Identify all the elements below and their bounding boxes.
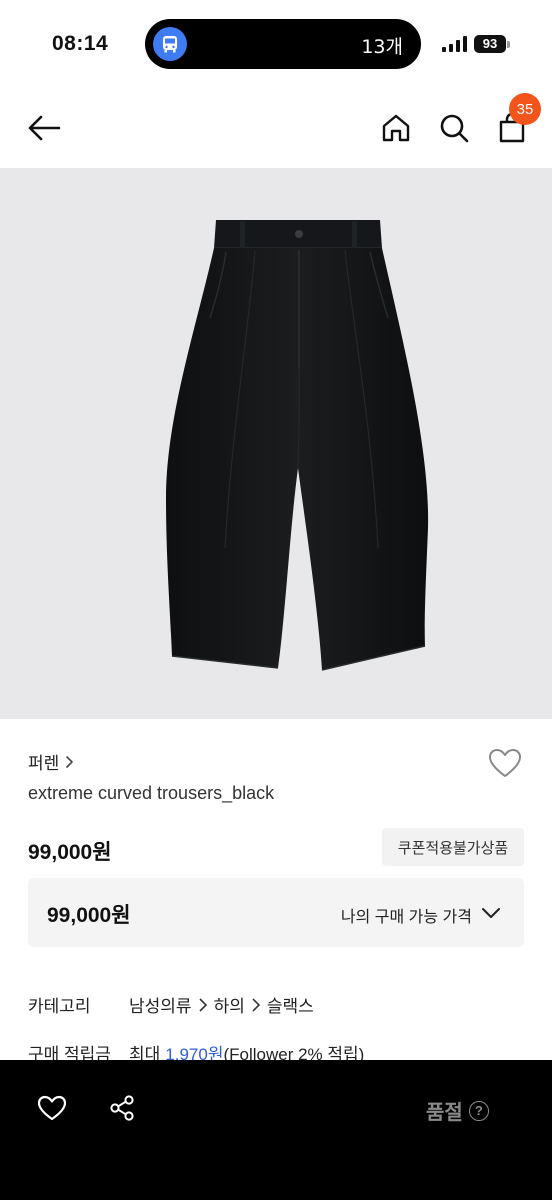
product-name: extreme curved trousers_black (28, 783, 275, 803)
share-icon (110, 1095, 134, 1121)
category-breadcrumb: 남성의류 하의 슬랙스 (129, 992, 314, 1017)
home-button[interactable] (376, 108, 416, 148)
bottom-wishlist-button[interactable] (34, 1090, 70, 1126)
category-link-3[interactable]: 슬랙스 (267, 992, 314, 1017)
back-button[interactable] (24, 108, 64, 148)
arrow-left-icon (28, 115, 61, 141)
signal-icon (442, 36, 467, 52)
heart-icon (489, 749, 521, 777)
search-button[interactable] (434, 108, 474, 148)
product-image[interactable] (0, 168, 552, 719)
product-price: 99,000원 (28, 841, 112, 864)
chevron-right-icon (66, 755, 74, 768)
chevron-down-icon (482, 908, 500, 918)
brand-name: 퍼렌 (28, 754, 60, 773)
sold-out-status: 품절 ? (426, 1096, 489, 1125)
island-text: 13개 (361, 36, 403, 58)
top-navigation (0, 88, 552, 168)
bottom-action-bar: 품절 ? (0, 1060, 552, 1200)
coupon-unavailable-tag: 쿠폰적용불가상품 (382, 828, 524, 866)
battery-tip (507, 41, 510, 48)
home-icon (382, 114, 410, 142)
share-button[interactable] (104, 1090, 140, 1126)
category-label: 카테고리 (28, 997, 91, 1016)
sold-out-label: 품절 (426, 1102, 463, 1124)
help-icon[interactable]: ? (468, 1100, 489, 1121)
category-link-1[interactable]: 남성의류 (129, 992, 192, 1017)
bus-icon (153, 27, 187, 61)
heart-icon (37, 1095, 67, 1121)
my-purchase-price-dropdown[interactable]: 99,000원 나의 구매 가능 가격 (28, 878, 524, 947)
brand-link[interactable]: 퍼렌 (28, 749, 75, 774)
dynamic-island[interactable]: 13개 (145, 19, 421, 69)
battery-icon: 93 (474, 35, 506, 53)
search-icon (440, 114, 469, 143)
purchase-price: 99,000원 (47, 904, 131, 927)
status-time: 08:14 (52, 32, 109, 55)
wishlist-button[interactable] (486, 744, 524, 782)
cart-count-badge: 35 (509, 93, 541, 125)
status-bar: 08:14 13개 93 (0, 0, 552, 88)
trousers-image (166, 220, 429, 671)
purchase-price-label: 나의 구매 가능 가격 (340, 909, 472, 926)
category-link-2[interactable]: 하의 (214, 992, 245, 1017)
chevron-right-icon (198, 997, 207, 1012)
chevron-right-icon (252, 997, 260, 1012)
